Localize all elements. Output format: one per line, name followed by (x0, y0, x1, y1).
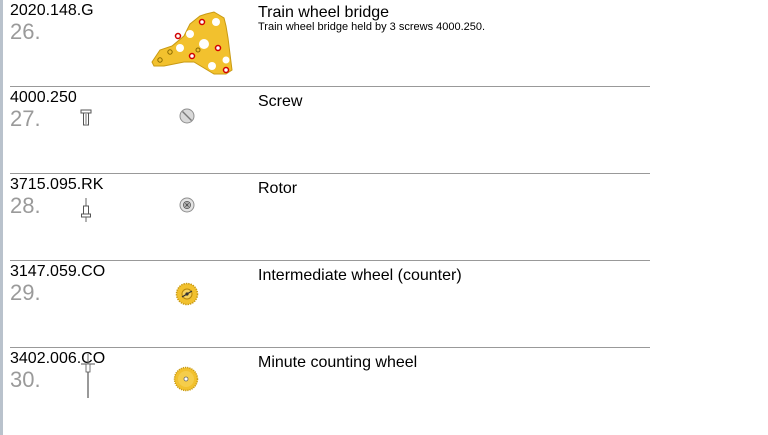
tweezers-icon (80, 198, 92, 227)
screwdriver-icon (80, 109, 92, 132)
left-margin-bar (0, 0, 3, 435)
part-number: 29. (10, 280, 41, 305)
part-description: Train wheel bridge held by 3 screws 4000… (258, 21, 486, 33)
part-number: 28. (10, 193, 41, 218)
part-reference: 3715.095.RK (10, 176, 104, 193)
part-row: 4000.250 27. Screw (10, 87, 650, 174)
bridge-icon (142, 4, 236, 81)
part-title: Rotor (258, 180, 298, 197)
intermediate-wheel-icon (175, 282, 199, 311)
part-row: 3715.095.RK 28. Rotor (10, 174, 650, 261)
part-row: 2020.148.G 26. Train wheel bridge Train … (10, 0, 650, 87)
part-reference: 2020.148.G (10, 2, 94, 19)
part-number: 30. (10, 367, 41, 392)
part-row: 3147.059.CO 29. Intermediate wheel (coun… (10, 261, 650, 348)
screw-icon (178, 107, 196, 130)
rotor-icon (178, 196, 196, 219)
part-number: 27. (10, 106, 41, 131)
part-title: Minute counting wheel (258, 354, 418, 371)
part-title: Screw (258, 93, 303, 110)
part-title: Intermediate wheel (counter) (258, 267, 462, 284)
part-row: 3402.006.CO 30. Minute counting wheel (10, 348, 650, 434)
part-reference: 4000.250 (10, 89, 77, 106)
part-number: 26. (10, 19, 41, 44)
parts-list: 2020.148.G 26. Train wheel bridge Train … (10, 0, 650, 434)
minute-counting-wheel-icon (173, 366, 199, 397)
pin-tool-icon (81, 354, 95, 403)
part-title: Train wheel bridge (258, 4, 390, 21)
part-reference: 3147.059.CO (10, 263, 106, 280)
